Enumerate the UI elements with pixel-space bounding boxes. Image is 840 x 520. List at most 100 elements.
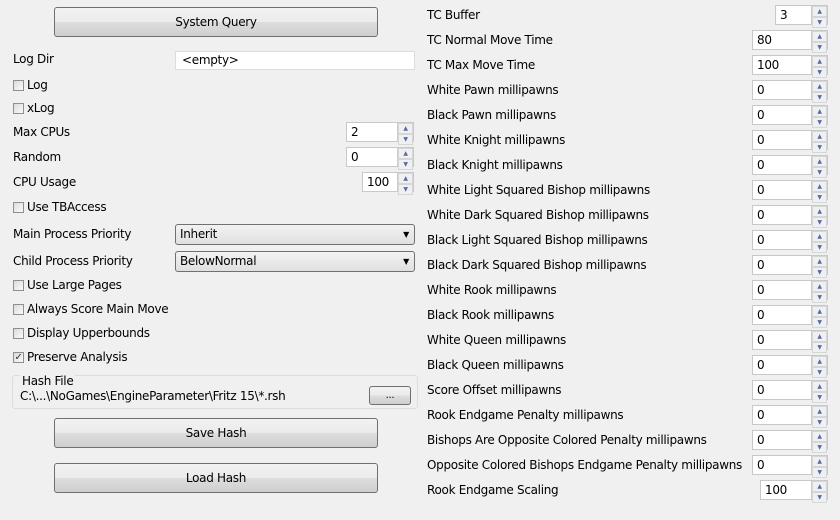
child-priority-select[interactable]: BelowNormal ▼: [175, 251, 415, 272]
spin-down-icon[interactable]: ▼: [812, 67, 827, 78]
spinner-value[interactable]: 80: [753, 31, 811, 49]
checkbox-box[interactable]: [13, 102, 24, 114]
param-spinner[interactable]: 0 ▲ ▼: [752, 130, 828, 153]
param-spinner[interactable]: 0 ▲ ▼: [752, 155, 828, 178]
spin-up-icon[interactable]: ▲: [812, 381, 827, 392]
param-spinner[interactable]: 80 ▲ ▼: [752, 30, 828, 53]
spin-up-icon[interactable]: ▲: [812, 306, 827, 317]
main-priority-select[interactable]: Inherit ▼: [175, 224, 415, 245]
spin-up-icon[interactable]: ▲: [812, 56, 827, 67]
spin-up-icon[interactable]: ▲: [812, 256, 827, 267]
spin-up-icon[interactable]: ▲: [812, 481, 827, 492]
always-score-checkbox[interactable]: Always Score Main Move: [13, 302, 169, 316]
checkbox-box[interactable]: [13, 303, 24, 315]
spinner-value[interactable]: 0: [753, 431, 811, 449]
spin-up-icon[interactable]: ▲: [812, 206, 827, 217]
param-spinner[interactable]: 0 ▲ ▼: [752, 380, 828, 403]
param-spinner[interactable]: 0 ▲ ▼: [752, 305, 828, 328]
param-spinner[interactable]: 0 ▲ ▼: [752, 330, 828, 353]
spin-up-icon[interactable]: ▲: [812, 6, 827, 17]
checkbox-box[interactable]: [13, 79, 24, 91]
spin-up-icon[interactable]: ▲: [812, 456, 827, 467]
spin-down-icon[interactable]: ▼: [812, 292, 827, 303]
spin-up-icon[interactable]: ▲: [812, 156, 827, 167]
param-spinner[interactable]: 0 ▲ ▼: [752, 430, 828, 453]
spin-up-icon[interactable]: ▲: [812, 431, 827, 442]
log-dir-input[interactable]: <empty>: [175, 51, 415, 70]
spinner-value[interactable]: 0: [347, 148, 397, 166]
spin-up-icon[interactable]: ▲: [812, 356, 827, 367]
spin-up-icon[interactable]: ▲: [398, 173, 413, 184]
save-hash-button[interactable]: Save Hash: [54, 418, 378, 448]
spin-up-icon[interactable]: ▲: [812, 31, 827, 42]
spin-down-icon[interactable]: ▼: [812, 142, 827, 153]
spinner-value[interactable]: 0: [753, 106, 811, 124]
param-spinner[interactable]: 3 ▲ ▼: [775, 5, 828, 28]
spinner-value[interactable]: 0: [753, 81, 811, 99]
spin-down-icon[interactable]: ▼: [812, 242, 827, 253]
checkbox-box[interactable]: [13, 279, 24, 291]
system-query-button[interactable]: System Query: [54, 7, 378, 37]
spinner-value[interactable]: 0: [753, 156, 811, 174]
param-spinner[interactable]: 0 ▲ ▼: [752, 80, 828, 103]
spinner-value[interactable]: 0: [753, 256, 811, 274]
spinner-value[interactable]: 0: [753, 306, 811, 324]
spin-down-icon[interactable]: ▼: [398, 184, 413, 195]
spin-up-icon[interactable]: ▲: [812, 81, 827, 92]
spin-up-icon[interactable]: ▲: [398, 148, 413, 159]
spin-down-icon[interactable]: ▼: [812, 442, 827, 453]
spin-up-icon[interactable]: ▲: [812, 331, 827, 342]
spinner-value[interactable]: 0: [753, 456, 811, 474]
random-spinner[interactable]: 0 ▲ ▼: [346, 147, 414, 170]
spin-down-icon[interactable]: ▼: [812, 317, 827, 328]
spinner-value[interactable]: 0: [753, 206, 811, 224]
spin-up-icon[interactable]: ▲: [812, 406, 827, 417]
param-spinner[interactable]: 0 ▲ ▼: [752, 280, 828, 303]
checkbox-box[interactable]: [13, 327, 24, 339]
spin-up-icon[interactable]: ▲: [398, 123, 413, 134]
load-hash-button[interactable]: Load Hash: [54, 463, 378, 493]
spinner-value[interactable]: 0: [753, 131, 811, 149]
spin-down-icon[interactable]: ▼: [812, 17, 827, 28]
upperbounds-checkbox[interactable]: Display Upperbounds: [13, 326, 150, 340]
spin-down-icon[interactable]: ▼: [812, 392, 827, 403]
spin-down-icon[interactable]: ▼: [812, 92, 827, 103]
spin-up-icon[interactable]: ▲: [812, 281, 827, 292]
spinner-value[interactable]: 3: [776, 6, 811, 24]
spin-down-icon[interactable]: ▼: [812, 192, 827, 203]
spin-up-icon[interactable]: ▲: [812, 231, 827, 242]
large-pages-checkbox[interactable]: Use Large Pages: [13, 278, 122, 292]
param-spinner[interactable]: 0 ▲ ▼: [752, 205, 828, 228]
spin-up-icon[interactable]: ▲: [812, 131, 827, 142]
checkbox-box[interactable]: [13, 201, 24, 213]
spin-down-icon[interactable]: ▼: [812, 417, 827, 428]
param-spinner[interactable]: 0 ▲ ▼: [752, 405, 828, 428]
max-cpus-spinner[interactable]: 2 ▲ ▼: [346, 122, 414, 145]
xlog-checkbox[interactable]: xLog: [13, 101, 55, 115]
spinner-value[interactable]: 0: [753, 356, 811, 374]
param-spinner[interactable]: 0 ▲ ▼: [752, 105, 828, 128]
param-spinner[interactable]: 100 ▲ ▼: [752, 55, 828, 78]
spin-down-icon[interactable]: ▼: [812, 467, 827, 478]
spinner-value[interactable]: 0: [753, 331, 811, 349]
cpu-usage-spinner[interactable]: 100 ▲ ▼: [362, 172, 414, 195]
use-tbaccess-checkbox[interactable]: Use TBAccess: [13, 200, 107, 214]
spin-down-icon[interactable]: ▼: [398, 159, 413, 170]
param-spinner[interactable]: 0 ▲ ▼: [752, 255, 828, 278]
spinner-value[interactable]: 0: [753, 181, 811, 199]
spin-down-icon[interactable]: ▼: [398, 134, 413, 145]
spin-down-icon[interactable]: ▼: [812, 267, 827, 278]
spinner-value[interactable]: 100: [753, 56, 811, 74]
param-spinner[interactable]: 0 ▲ ▼: [752, 455, 828, 478]
spinner-value[interactable]: 0: [753, 281, 811, 299]
spin-down-icon[interactable]: ▼: [812, 342, 827, 353]
spin-down-icon[interactable]: ▼: [812, 367, 827, 378]
log-checkbox[interactable]: Log: [13, 78, 48, 92]
spinner-value[interactable]: 100: [761, 481, 811, 499]
param-spinner[interactable]: 0 ▲ ▼: [752, 355, 828, 378]
spinner-value[interactable]: 0: [753, 381, 811, 399]
preserve-analysis-checkbox[interactable]: ✓ Preserve Analysis: [13, 350, 128, 364]
spin-up-icon[interactable]: ▲: [812, 181, 827, 192]
spin-down-icon[interactable]: ▼: [812, 117, 827, 128]
param-spinner[interactable]: 0 ▲ ▼: [752, 180, 828, 203]
